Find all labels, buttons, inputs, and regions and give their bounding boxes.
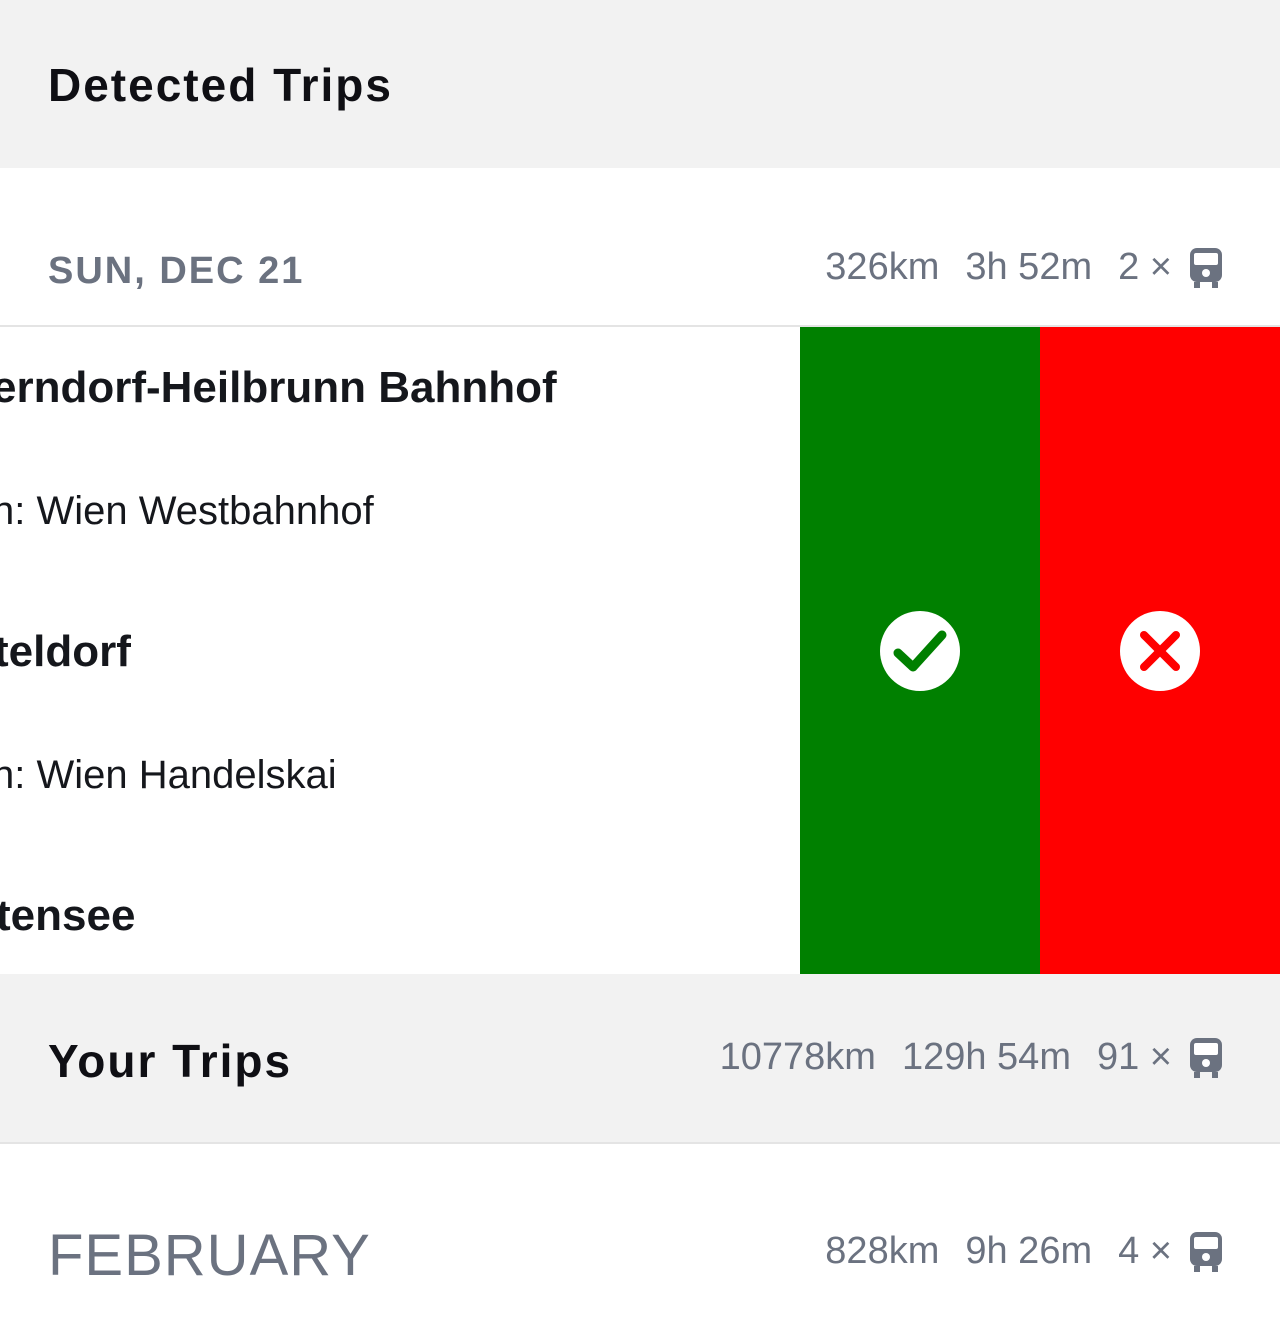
app-header: Detected Trips: [0, 0, 1280, 168]
train-icon: [1190, 247, 1222, 288]
close-icon: [1120, 611, 1200, 691]
month-summary-row[interactable]: FEBRUARY 828km 9h 26m 4 ×: [0, 1144, 1280, 1325]
your-trips-stats: 10778km 129h 54m 91 ×: [720, 1036, 1224, 1079]
month-stats: 828km 9h 26m 4 ×: [825, 1230, 1224, 1273]
day-label: SUN, DEC 21: [48, 250, 305, 292]
day-trip-count: 2 ×: [1118, 246, 1172, 288]
day-summary-row: SUN, DEC 21 326km 3h 52m 2 ×: [0, 168, 1280, 327]
trip-station-destination: tensee: [0, 891, 136, 940]
month-label: FEBRUARY: [48, 1223, 371, 1288]
check-icon: [880, 611, 960, 691]
day-distance: 326km: [825, 246, 940, 288]
day-stats: 326km 3h 52m 2 ×: [825, 246, 1224, 289]
day-duration: 3h 52m: [965, 246, 1093, 288]
train-icon: [1190, 1231, 1222, 1272]
month-duration: 9h 26m: [965, 1230, 1093, 1272]
total-trip-count: 91 ×: [1096, 1036, 1172, 1078]
accept-trip-button[interactable]: [800, 327, 1040, 974]
total-distance: 10778km: [719, 1036, 876, 1078]
reject-trip-button[interactable]: [1040, 327, 1280, 974]
trip-station-origin: erndorf-Heilbrunn Bahnhof: [0, 363, 557, 412]
month-distance: 828km: [825, 1230, 940, 1272]
trip-station-transfer: teldorf: [0, 627, 131, 676]
total-duration: 129h 54m: [901, 1036, 1071, 1078]
train-icon: [1190, 1037, 1222, 1078]
section-title: Your Trips: [48, 1035, 293, 1087]
trip-connection-line: n: Wien Westbahnhof: [0, 489, 374, 533]
your-trips-header: Your Trips 10778km 129h 54m 91 ×: [0, 974, 1280, 1144]
page-title: Detected Trips: [48, 59, 393, 111]
trip-connection-line: n: Wien Handelskai: [0, 753, 337, 797]
month-trip-count: 4 ×: [1118, 1230, 1172, 1272]
detected-trip-card[interactable]: erndorf-Heilbrunn Bahnhof n: Wien Westba…: [0, 327, 800, 974]
